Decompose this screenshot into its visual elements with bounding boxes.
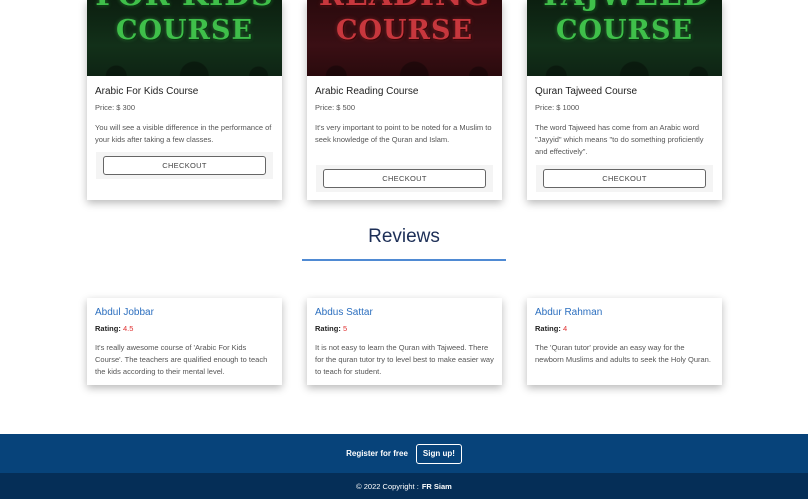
banner-main-word: COURSE [555,15,694,46]
reviewer-name: Abdul Jobbar [95,307,154,318]
footer-copyright-bar: © 2022 Copyright : FR Siam [0,473,808,499]
course-description: You will see a visible difference in the… [95,123,272,144]
review-text: It's really awesome course of 'Arabic Fo… [95,343,268,376]
banner-top-word: FOR KIDS [87,0,282,13]
reviewer-name: Abdur Rahman [535,307,603,318]
review-text: The 'Quran tutor' provide an easy way fo… [535,343,711,364]
review-rating: Rating: 5 [315,324,347,333]
rating-label: Rating: [95,324,121,333]
rating-value: 4.5 [122,324,134,333]
rating-label: Rating: [535,324,561,333]
checkout-area: CHECKOUT [96,152,273,179]
footer-signup-bar: Register for free Sign up! [0,434,808,473]
copyright-text: © 2022 Copyright : [356,481,419,491]
mosque-skyline-decoration [527,54,722,76]
review-card: Abdus Sattar Rating: 5 It is not easy to… [307,298,502,385]
course-price: Price: $ 300 [95,103,136,112]
banner-top-word: TAJWEED [527,0,722,13]
review-rating: Rating: 4 [535,324,567,333]
review-card: Abdur Rahman Rating: 4 The 'Quran tutor'… [527,298,722,385]
reviewer-name: Abdus Sattar [315,307,373,318]
review-card: Abdul Jobbar Rating: 4.5 It's really awe… [87,298,282,385]
mosque-skyline-decoration [87,54,282,76]
register-text: Register for free [346,449,408,458]
course-banner-image: TAJWEED COURSE [527,0,722,76]
rating-value: 4 [562,324,568,333]
course-description: It's very important to point to be noted… [315,123,492,144]
course-price: Price: $ 500 [315,103,356,112]
course-title: Quran Tajweed Course [535,86,638,97]
course-card: TAJWEED COURSE Quran Tajweed Course Pric… [527,0,722,200]
course-title: Arabic For Kids Course [95,86,199,97]
rating-label: Rating: [315,324,341,333]
signup-button[interactable]: Sign up! [415,443,462,464]
banner-main-word: COURSE [115,15,254,46]
course-banner-image: READING COURSE [307,0,502,76]
course-card: READING COURSE Arabic Reading Course Pri… [307,0,502,200]
checkout-button[interactable]: CHECKOUT [543,169,706,188]
course-description: The word Tajweed has come from an Arabic… [535,123,704,156]
course-banner-image: FOR KIDS COURSE [87,0,282,76]
checkout-button[interactable]: CHECKOUT [323,169,486,188]
reviews-heading: Reviews [368,226,440,247]
reviews-heading-underline [302,259,506,261]
course-title: Arabic Reading Course [315,86,419,97]
checkout-button[interactable]: CHECKOUT [103,156,266,175]
review-text: It is not easy to learn the Quran with T… [315,343,494,376]
course-price: Price: $ 1000 [535,103,580,112]
banner-main-word: COURSE [335,15,474,46]
checkout-area: CHECKOUT [536,165,713,192]
review-rating: Rating: 4.5 [95,324,133,333]
rating-value: 5 [342,324,348,333]
copyright-owner: FR Siam [421,481,452,491]
checkout-area: CHECKOUT [316,165,493,192]
banner-top-word: READING [307,0,502,13]
course-card: FOR KIDS COURSE Arabic For Kids Course P… [87,0,282,200]
mosque-skyline-decoration [307,54,502,76]
